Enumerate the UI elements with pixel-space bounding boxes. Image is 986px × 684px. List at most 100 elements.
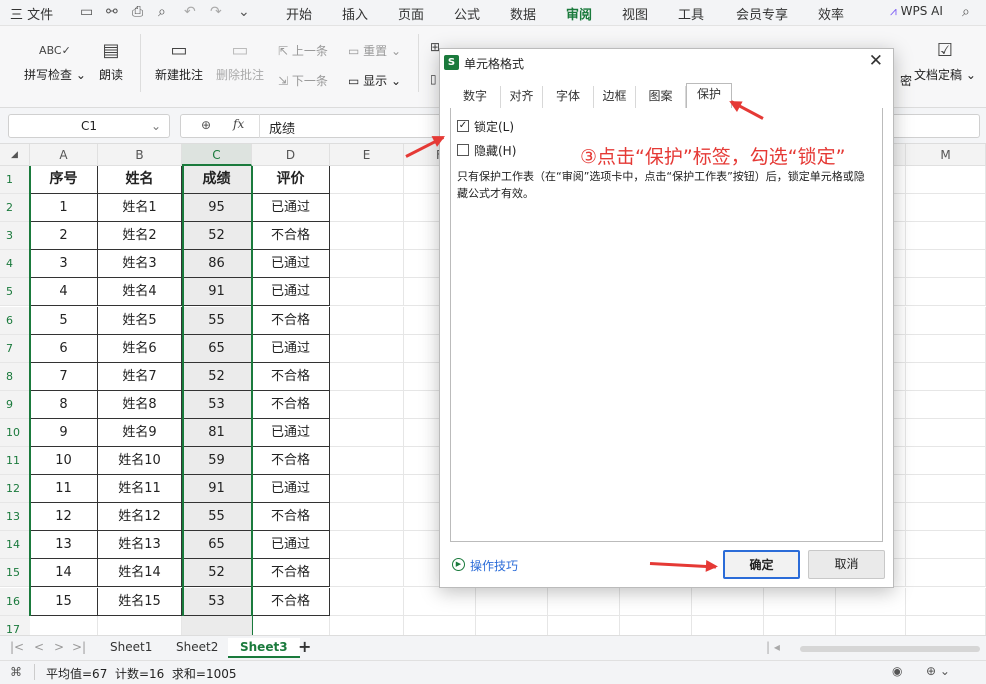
row-header[interactable]: 16 xyxy=(0,587,30,616)
table-cell[interactable]: 91 xyxy=(182,475,252,504)
row-header[interactable]: 13 xyxy=(0,503,30,532)
table-cell[interactable]: 95 xyxy=(182,194,252,223)
cell[interactable] xyxy=(906,615,986,635)
tips-icon[interactable]: ▶ xyxy=(452,558,465,571)
cell[interactable] xyxy=(98,615,182,635)
cell[interactable] xyxy=(906,334,986,363)
table-cell[interactable]: 65 xyxy=(182,531,252,560)
row-header[interactable]: 1 xyxy=(0,166,30,195)
cell[interactable] xyxy=(30,615,98,635)
table-cell[interactable]: 15 xyxy=(30,587,98,616)
table-cell[interactable]: 姓名5 xyxy=(98,306,182,335)
cell[interactable] xyxy=(330,531,404,560)
cell[interactable] xyxy=(330,166,404,195)
cell[interactable] xyxy=(836,587,906,616)
table-cell[interactable]: 不合格 xyxy=(252,447,330,476)
table-cell[interactable]: 52 xyxy=(182,362,252,391)
prev-comment-button[interactable]: ⇱ 上一条 xyxy=(278,42,328,59)
table-cell[interactable]: 86 xyxy=(182,250,252,279)
column-header-a[interactable]: A xyxy=(30,144,98,166)
cell[interactable] xyxy=(906,447,986,476)
table-cell[interactable]: 14 xyxy=(30,559,98,588)
column-header-m[interactable]: M xyxy=(906,144,986,166)
horizontal-scrollbar[interactable] xyxy=(800,646,980,652)
cell[interactable] xyxy=(330,222,404,251)
cell[interactable] xyxy=(764,587,836,616)
cell[interactable] xyxy=(764,615,836,635)
undo-icon[interactable]: ↶ xyxy=(184,4,196,20)
cell[interactable] xyxy=(692,587,764,616)
table-cell[interactable]: 12 xyxy=(30,503,98,532)
dialog-tab-0[interactable]: 数字 xyxy=(450,86,501,108)
table-cell[interactable]: 已通过 xyxy=(252,250,330,279)
first-sheet-icon[interactable]: |< xyxy=(10,640,24,654)
table-cell[interactable]: 91 xyxy=(182,278,252,307)
cancel-button[interactable]: 取消 xyxy=(808,550,885,579)
row-header[interactable]: 11 xyxy=(0,447,30,476)
row-header[interactable]: 3 xyxy=(0,222,30,251)
row-header[interactable]: 7 xyxy=(0,334,30,363)
next-comment-button[interactable]: ⇲ 下一条 xyxy=(278,72,328,89)
read-aloud-button[interactable]: ▤ 朗读 xyxy=(99,40,123,83)
scroll-left-icon[interactable]: | ◂ xyxy=(766,640,780,654)
table-header-cell[interactable]: 评价 xyxy=(252,166,330,195)
row-header[interactable]: 5 xyxy=(0,278,30,307)
dialog-tab-1[interactable]: 对齐 xyxy=(501,86,543,108)
table-cell[interactable]: 姓名10 xyxy=(98,447,182,476)
select-all-corner[interactable]: ◢ xyxy=(0,144,30,166)
table-cell[interactable]: 不合格 xyxy=(252,559,330,588)
cell[interactable] xyxy=(252,615,330,635)
sheet-tab-sheet1[interactable]: Sheet1 xyxy=(110,640,152,654)
cell[interactable] xyxy=(906,390,986,419)
dialog-tab-5[interactable]: 保护 xyxy=(686,83,732,109)
table-cell[interactable]: 65 xyxy=(182,334,252,363)
cell[interactable] xyxy=(404,615,476,635)
table-cell[interactable]: 姓名15 xyxy=(98,587,182,616)
table-cell[interactable]: 52 xyxy=(182,222,252,251)
new-comment-button[interactable]: ▭ 新建批注 xyxy=(155,40,203,83)
cell[interactable] xyxy=(476,587,548,616)
tab-tools[interactable]: 工具 xyxy=(678,4,704,23)
sheet-tab-sheet3[interactable]: Sheet3 xyxy=(228,638,300,658)
close-icon[interactable]: ✕ xyxy=(869,51,883,71)
table-cell[interactable]: 59 xyxy=(182,447,252,476)
table-cell[interactable]: 姓名1 xyxy=(98,194,182,223)
table-cell[interactable]: 已通过 xyxy=(252,418,330,447)
redo-icon[interactable]: ↷ xyxy=(210,4,222,20)
print-icon[interactable]: ⎙ xyxy=(132,4,143,20)
table-cell[interactable]: 10 xyxy=(30,447,98,476)
table-cell[interactable]: 已通过 xyxy=(252,334,330,363)
cell[interactable] xyxy=(906,559,986,588)
tab-page[interactable]: 页面 xyxy=(398,4,424,23)
spell-check-button[interactable]: ABC✓ 拼写检查 ⌄ xyxy=(24,40,86,83)
table-cell[interactable]: 9 xyxy=(30,418,98,447)
table-cell[interactable]: 55 xyxy=(182,306,252,335)
ok-button[interactable]: 确定 xyxy=(723,550,800,579)
table-cell[interactable]: 姓名3 xyxy=(98,250,182,279)
cell[interactable] xyxy=(906,587,986,616)
table-cell[interactable]: 4 xyxy=(30,278,98,307)
table-cell[interactable]: 姓名14 xyxy=(98,559,182,588)
macro-icon[interactable]: ⌘ xyxy=(10,665,22,679)
zoom-icon[interactable]: ⊕ xyxy=(201,118,211,132)
table-cell[interactable]: 姓名12 xyxy=(98,503,182,532)
wps-ai-button[interactable]: ⩘ WPS AI xyxy=(890,4,943,19)
file-menu[interactable]: 三 文件 xyxy=(10,4,53,23)
table-cell[interactable]: 13 xyxy=(30,531,98,560)
tab-home[interactable]: 开始 xyxy=(286,4,312,23)
cell[interactable] xyxy=(906,278,986,307)
cell[interactable] xyxy=(620,587,692,616)
cell[interactable] xyxy=(330,306,404,335)
show-button[interactable]: ▭ 显示 ⌄ xyxy=(348,72,401,89)
eye-icon[interactable]: ◉ xyxy=(892,664,902,678)
cell[interactable] xyxy=(906,418,986,447)
table-cell[interactable]: 1 xyxy=(30,194,98,223)
row-header[interactable]: 9 xyxy=(0,390,30,419)
table-cell[interactable]: 不合格 xyxy=(252,222,330,251)
cell[interactable] xyxy=(620,615,692,635)
share-icon[interactable]: ⚯ xyxy=(106,4,118,20)
cell[interactable] xyxy=(330,278,404,307)
sheet-tab-sheet2[interactable]: Sheet2 xyxy=(176,640,218,654)
cell[interactable] xyxy=(330,559,404,588)
last-sheet-icon[interactable]: >| xyxy=(72,640,86,654)
